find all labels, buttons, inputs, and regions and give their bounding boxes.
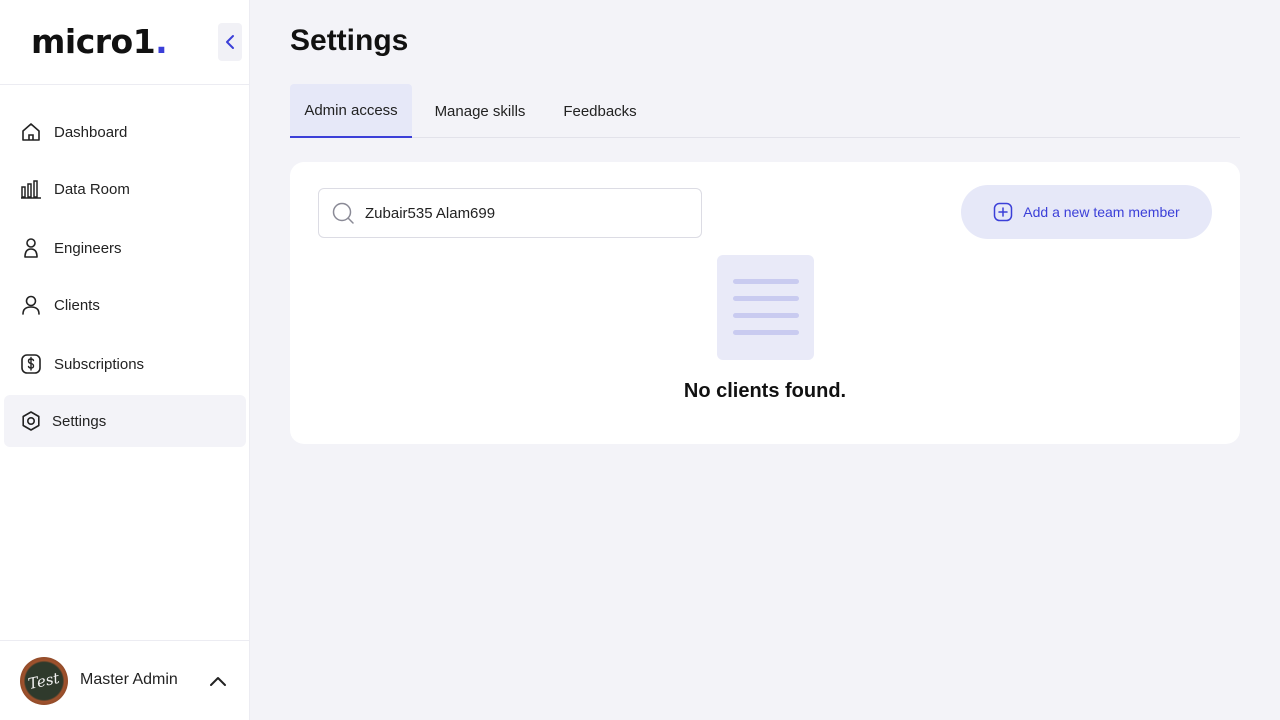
engineer-icon <box>20 237 42 259</box>
avatar-text: Test <box>26 668 62 694</box>
sidebar-item-label: Dashboard <box>54 123 128 141</box>
empty-list-icon <box>717 255 814 360</box>
page-title: Settings <box>290 24 409 57</box>
dollar-icon <box>20 353 42 375</box>
add-team-member-label: Add a new team member <box>1023 204 1180 220</box>
user-icon <box>20 294 42 316</box>
main-content: Settings Admin access Manage skills Feed… <box>250 0 1280 720</box>
user-name: Master Admin <box>80 671 178 688</box>
sidebar-item-subscriptions[interactable]: Subscriptions <box>4 338 246 390</box>
logo-row: micro1. <box>0 0 249 85</box>
tab-admin-access[interactable]: Admin access <box>290 84 412 138</box>
user-menu[interactable]: Test Master Admin <box>0 640 250 720</box>
collapse-sidebar-button[interactable] <box>218 23 242 61</box>
plus-square-icon <box>994 202 1013 222</box>
search-icon <box>332 202 354 224</box>
chevron-left-icon <box>226 35 234 49</box>
avatar: Test <box>20 657 68 705</box>
home-icon <box>20 121 42 143</box>
sidebar-item-dashboard[interactable]: Dashboard <box>4 106 246 158</box>
search-box[interactable] <box>318 188 702 238</box>
tab-feedbacks[interactable]: Feedbacks <box>548 84 652 138</box>
sidebar-item-label: Data Room <box>54 180 130 198</box>
search-input[interactable] <box>365 204 685 222</box>
tab-manage-skills[interactable]: Manage skills <box>420 84 540 138</box>
admin-access-card: Add a new team member No clients found. <box>290 162 1240 444</box>
sidebar-item-clients[interactable]: Clients <box>4 279 246 331</box>
logo-dot: . <box>155 22 168 61</box>
chevron-up-icon[interactable] <box>206 671 230 691</box>
sidebar-item-data-room[interactable]: Data Room <box>4 163 246 215</box>
sidebar-item-label: Settings <box>52 412 107 430</box>
add-team-member-button[interactable]: Add a new team member <box>961 185 1212 239</box>
sidebar-item-label: Clients <box>54 296 100 314</box>
sidebar-item-engineers[interactable]: Engineers <box>4 222 246 274</box>
sidebar: micro1. Dashboard Data Room Engineers Cl… <box>0 0 250 720</box>
bar-chart-icon <box>20 178 42 200</box>
sidebar-item-label: Engineers <box>54 239 122 257</box>
settings-tabs: Admin access Manage skills Feedbacks <box>290 84 1240 138</box>
logo[interactable]: micro1. <box>31 22 168 61</box>
sidebar-item-label: Subscriptions <box>54 355 145 373</box>
empty-state-message: No clients found. <box>683 380 847 402</box>
logo-text: micro1 <box>31 22 156 61</box>
settings-icon <box>20 410 42 432</box>
sidebar-item-settings[interactable]: Settings <box>4 395 246 447</box>
